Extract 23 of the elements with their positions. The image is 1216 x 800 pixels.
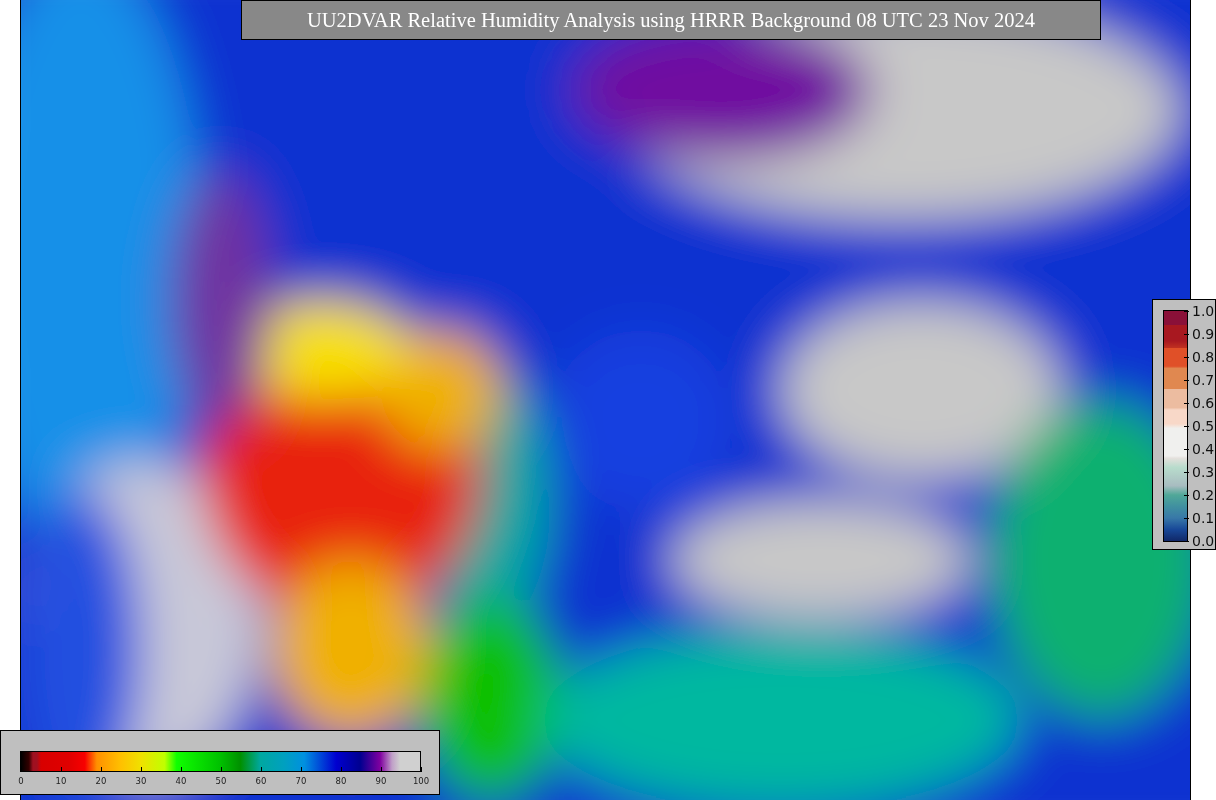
tick-label: 70	[295, 777, 307, 786]
tick-label: 0.2	[1192, 488, 1215, 502]
tick-label: 80	[335, 777, 347, 786]
tick-label: 90	[375, 777, 387, 786]
tick-label: 0.8	[1192, 350, 1215, 364]
tick-label: 0.0	[1192, 534, 1215, 548]
tick-label: 50	[215, 777, 227, 786]
tick-label: 30	[135, 777, 147, 786]
tick-label: 60	[255, 777, 267, 786]
tick-label: 20	[95, 777, 107, 786]
tick-label: 10	[55, 777, 67, 786]
tick-label: 0.3	[1192, 465, 1215, 479]
tick-label: 0.7	[1192, 373, 1215, 387]
tick-label: 0.4	[1192, 442, 1215, 456]
tick-label: 0	[18, 777, 24, 786]
tick-label: 100	[412, 777, 430, 786]
tick-label: 0.5	[1192, 419, 1215, 433]
tick-label: 0.9	[1192, 327, 1215, 341]
tick-label: 40	[175, 777, 187, 786]
map-title: UU2DVAR Relative Humidity Analysis using HRRR Background 08 UTC 23 Nov 2024	[307, 7, 1035, 34]
tick-label: 1.0	[1192, 304, 1215, 318]
tick-label: 0.1	[1192, 511, 1215, 525]
tick-label: 0.6	[1192, 396, 1215, 410]
